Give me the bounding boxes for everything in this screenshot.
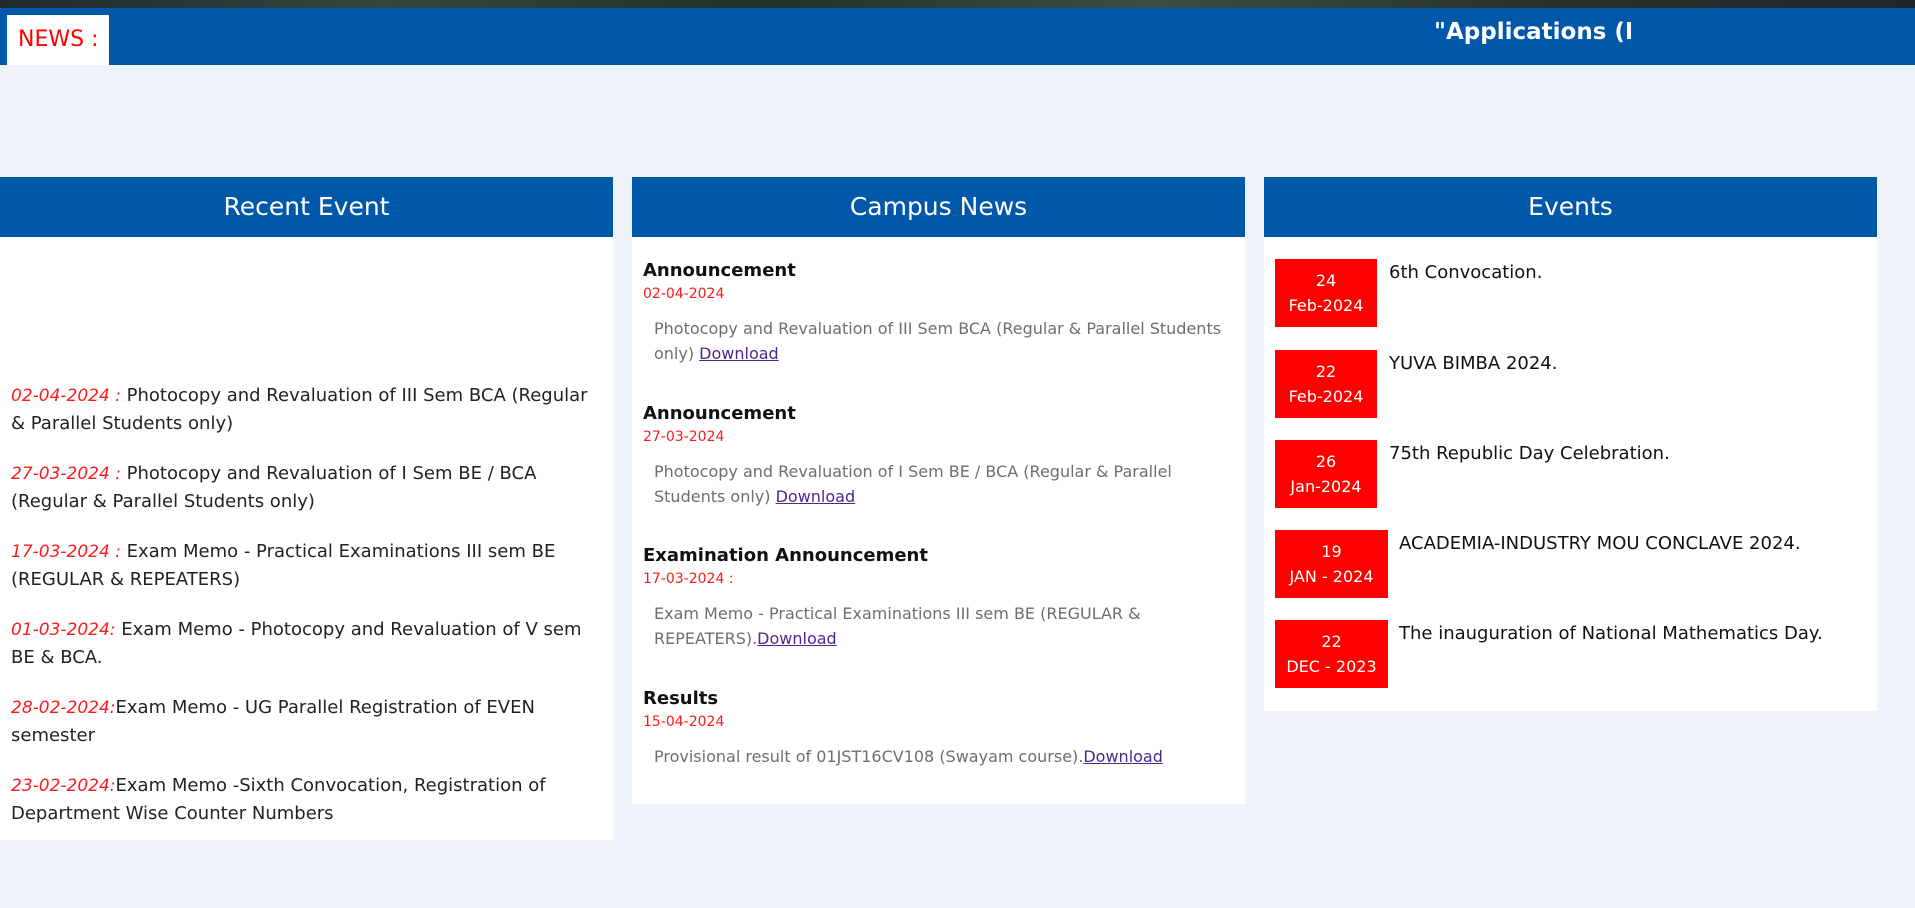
event-title: The inauguration of National Mathematics… xyxy=(1399,623,1823,644)
news-item: Results 15-04-2024 Provisional result of… xyxy=(643,688,1233,769)
event-month: DEC - 2023 xyxy=(1286,657,1377,676)
event-day: 26 xyxy=(1315,452,1337,471)
news-label: NEWS : xyxy=(7,15,109,65)
event-date-badge: 24 Feb-2024 xyxy=(1275,259,1377,327)
news-item-text: Exam Memo - Practical Examinations III s… xyxy=(643,601,1233,651)
news-bar: NEWS : "Applications (BCA xyxy=(0,8,1915,65)
event-date: 27-03-2024 : xyxy=(11,464,121,484)
download-link[interactable]: Download xyxy=(776,487,856,506)
event-date-badge: 26 Jan-2024 xyxy=(1275,440,1377,508)
news-item-description: Exam Memo - Practical Examinations III s… xyxy=(654,604,1141,648)
news-item-text: Photocopy and Revaluation of III Sem BCA… xyxy=(643,316,1233,366)
recent-event-heading: Recent Event xyxy=(0,177,613,237)
event-title: ACADEMIA-INDUSTRY MOU CONCLAVE 2024. xyxy=(1399,533,1801,554)
news-item-title: Announcement xyxy=(643,403,796,424)
event-day: 24 xyxy=(1315,271,1337,290)
news-item-title: Announcement xyxy=(643,260,796,281)
news-item: Announcement 02-04-2024 Photocopy and Re… xyxy=(643,260,1233,366)
download-link[interactable]: Download xyxy=(699,344,779,363)
event-item[interactable]: 24 Feb-2024 6th Convocation. xyxy=(1275,259,1865,327)
event-date: 02-04-2024 : xyxy=(11,386,121,406)
recent-event-panel: Recent Event 02-04-2024 : Photocopy and … xyxy=(0,177,613,840)
events-panel: Events 24 Feb-2024 6th Convocation. 22 F… xyxy=(1264,177,1877,711)
news-item: Announcement 27-03-2024 Photocopy and Re… xyxy=(643,403,1233,509)
list-item[interactable]: 02-04-2024 : Photocopy and Revaluation o… xyxy=(11,382,601,437)
event-title: 75th Republic Day Celebration. xyxy=(1389,443,1670,464)
campus-news-panel: Campus News Announcement 02-04-2024 Phot… xyxy=(632,177,1245,804)
event-day: 22 xyxy=(1315,362,1337,381)
news-item-text: Provisional result of 01JST16CV108 (Sway… xyxy=(643,744,1233,769)
event-month: Feb-2024 xyxy=(1288,387,1364,406)
event-date: 28-02-2024: xyxy=(11,698,116,718)
news-item-date: 02-04-2024 xyxy=(643,286,725,302)
list-item[interactable]: 23-02-2024:Exam Memo -Sixth Convocation,… xyxy=(11,772,601,827)
event-date: 23-02-2024: xyxy=(11,776,116,796)
event-title: 6th Convocation. xyxy=(1389,262,1543,283)
event-item[interactable]: 19 JAN - 2024 ACADEMIA-INDUSTRY MOU CONC… xyxy=(1275,530,1865,598)
download-link[interactable]: Download xyxy=(757,629,837,648)
campus-news-heading: Campus News xyxy=(632,177,1245,237)
event-month: Feb-2024 xyxy=(1288,296,1364,315)
events-heading: Events xyxy=(1264,177,1877,237)
download-link[interactable]: Download xyxy=(1083,747,1163,766)
news-item-text: Photocopy and Revaluation of I Sem BE / … xyxy=(643,459,1233,509)
event-title: YUVA BIMBA 2024. xyxy=(1389,353,1558,374)
event-item[interactable]: 22 Feb-2024 YUVA BIMBA 2024. xyxy=(1275,350,1865,418)
event-day: 22 xyxy=(1321,632,1342,651)
news-item-date: 27-03-2024 xyxy=(643,429,725,445)
event-month: JAN - 2024 xyxy=(1289,567,1374,586)
event-date-badge: 22 DEC - 2023 xyxy=(1275,620,1388,688)
event-date: 01-03-2024: xyxy=(11,620,116,640)
event-date-badge: 19 JAN - 2024 xyxy=(1275,530,1388,598)
event-day: 19 xyxy=(1321,542,1342,561)
news-item: Examination Announcement 17-03-2024 : Ex… xyxy=(643,545,1233,651)
news-item-description: Photocopy and Revaluation of I Sem BE / … xyxy=(654,462,1172,506)
list-item[interactable]: 27-03-2024 : Photocopy and Revaluation o… xyxy=(11,460,601,515)
recent-event-list: 02-04-2024 : Photocopy and Revaluation o… xyxy=(11,382,601,850)
list-item[interactable]: 17-03-2024 : Exam Memo - Practical Exami… xyxy=(11,538,601,593)
news-item-date: 15-04-2024 xyxy=(643,714,725,730)
event-item[interactable]: 22 DEC - 2023 The inauguration of Nation… xyxy=(1275,620,1865,688)
list-item[interactable]: 01-03-2024: Exam Memo - Photocopy and Re… xyxy=(11,616,601,671)
news-item-description: Provisional result of 01JST16CV108 (Sway… xyxy=(654,747,1084,766)
news-item-title: Results xyxy=(643,688,719,709)
event-date: 17-03-2024 : xyxy=(11,542,121,562)
event-item[interactable]: 26 Jan-2024 75th Republic Day Celebratio… xyxy=(1275,440,1865,508)
event-month: Jan-2024 xyxy=(1290,477,1362,496)
event-date-badge: 22 Feb-2024 xyxy=(1275,350,1377,418)
news-item-date: 17-03-2024 : xyxy=(643,571,734,587)
header-image-strip xyxy=(0,0,1915,8)
list-item[interactable]: 28-02-2024:Exam Memo - UG Parallel Regis… xyxy=(11,694,601,749)
news-ticker[interactable]: "Applications (BCA xyxy=(1434,16,1631,48)
news-item-title: Examination Announcement xyxy=(643,545,928,566)
